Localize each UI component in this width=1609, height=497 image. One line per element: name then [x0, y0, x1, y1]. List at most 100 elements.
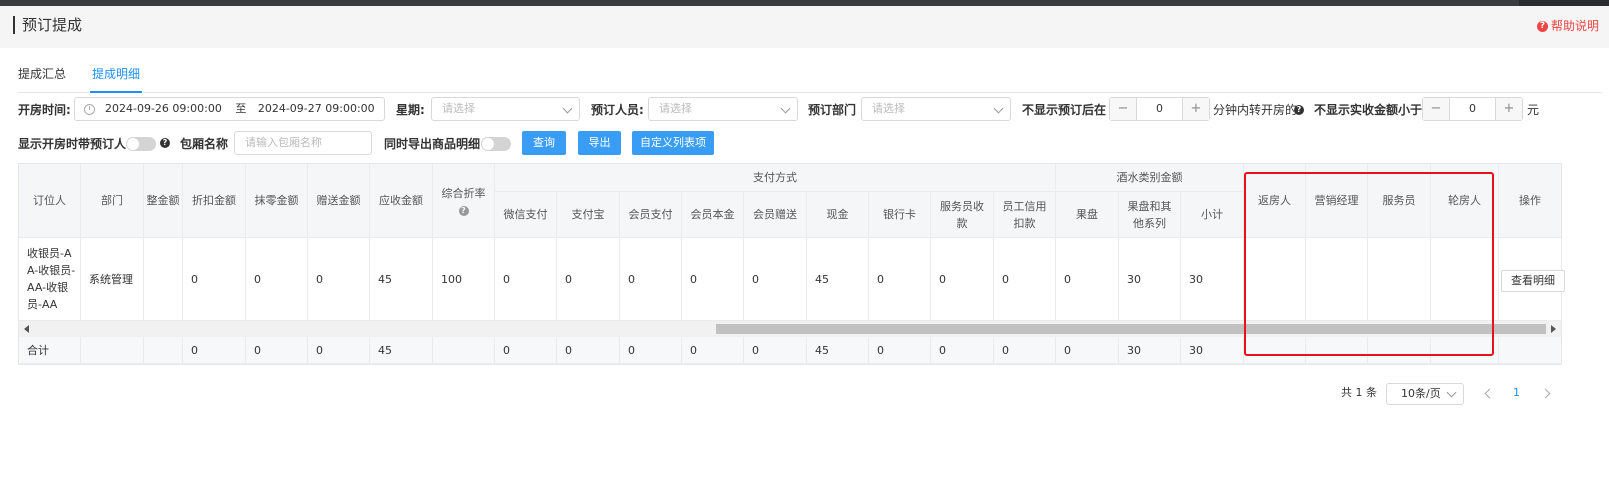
hide-after-label: 不显示预订后在 — [1022, 103, 1107, 117]
page-size-select[interactable]: 10条/页 — [1386, 383, 1464, 405]
clock-icon — [84, 104, 95, 115]
header-fruit-other-line1: 果盘和其 — [1127, 199, 1172, 213]
header-rate-label: 综合折率 — [441, 187, 486, 200]
total-staff-receipt: 0 — [931, 337, 994, 364]
scroll-left-icon[interactable] — [24, 325, 29, 333]
view-detail-button[interactable]: 查看明细 — [1501, 270, 1565, 292]
scroll-right-icon[interactable] — [1551, 325, 1556, 333]
page-number-current[interactable]: 1 — [1513, 383, 1520, 403]
hide-after-minutes-stepper[interactable]: − 0 + — [1109, 97, 1210, 121]
hide-amount-label: 不显示实收金额小于 — [1314, 103, 1423, 117]
row-member: 0 — [620, 238, 682, 321]
help-label: 帮助说明 — [1550, 19, 1599, 33]
chevron-down-icon — [1446, 387, 1457, 398]
row-action: 查看明细 — [1499, 238, 1565, 321]
header-liquor-group: 酒水类别金额 — [1056, 164, 1244, 192]
total-receivable: 45 — [370, 337, 433, 364]
row-member-principal: 0 — [682, 238, 744, 321]
question-icon[interactable]: ? — [1294, 105, 1304, 115]
header-member-principal: 会员本金 — [682, 192, 744, 238]
date-end: 2024-09-27 09:00:00 — [257, 102, 375, 115]
next-page-icon[interactable] — [1540, 388, 1551, 399]
show-booker-label: 显示开房时带预订人 — [18, 137, 127, 151]
custom-columns-button[interactable]: 自定义列表项 — [632, 131, 714, 155]
page-size-value: 10条/页 — [1401, 387, 1441, 400]
export-goods-label: 同时导出商品明细 — [384, 137, 481, 151]
booker-label: 预订人员: — [591, 103, 644, 117]
row-receivable: 45 — [370, 238, 433, 321]
total-discount: 0 — [183, 337, 246, 364]
row-wechat: 0 — [495, 238, 557, 321]
header-bank: 银行卡 — [869, 192, 931, 238]
room-name-input[interactable]: 请输入包厢名称 — [234, 131, 372, 155]
header-dept: 部门 — [81, 164, 144, 238]
header-staff-receipt-line2: 款 — [956, 216, 968, 230]
tab-summary[interactable]: 提成汇总 — [18, 66, 66, 82]
decrement-button[interactable]: − — [1110, 98, 1137, 120]
row-staff-receipt: 0 — [931, 238, 994, 321]
header-fruit-other: 果盘和其 他系列 — [1119, 192, 1181, 238]
weekday-label: 星期: — [396, 103, 425, 117]
row-fruit: 0 — [1056, 238, 1119, 321]
show-booker-toggle[interactable] — [126, 137, 156, 151]
room-label: 包厢名称 — [180, 137, 229, 151]
header-staff-credit-line1: 员工信用 — [1002, 199, 1047, 213]
row-bank: 0 — [869, 238, 931, 321]
dept-placeholder: 请选择 — [872, 102, 905, 115]
hide-after-value[interactable]: 0 — [1137, 98, 1182, 120]
header-action: 操作 — [1499, 164, 1561, 238]
total-member-principal: 0 — [682, 337, 744, 364]
hide-amount-value[interactable]: 0 — [1450, 98, 1495, 120]
header-payment-group: 支付方式 — [495, 164, 1056, 192]
row-cash: 45 — [807, 238, 869, 321]
weekday-placeholder: 请选择 — [442, 102, 475, 115]
total-fruit-other: 30 — [1119, 337, 1181, 364]
total-dept — [81, 337, 144, 364]
header-booker: 订位人 — [19, 164, 81, 238]
question-icon[interactable]: ? — [458, 206, 469, 216]
page-title: 预订提成 — [22, 16, 83, 34]
help-link[interactable]: ? 帮助说明 — [1536, 17, 1599, 35]
dept-select[interactable]: 请选择 — [861, 97, 1011, 121]
booker-select[interactable]: 请选择 — [648, 97, 798, 121]
header-discount: 折扣金额 — [183, 164, 246, 238]
increment-button[interactable]: + — [1495, 98, 1522, 120]
hide-amount-suffix: 元 — [1527, 103, 1540, 117]
query-button[interactable]: 查询 — [522, 131, 566, 155]
booker-placeholder: 请选择 — [659, 102, 692, 115]
dept-label: 预订部门 — [808, 103, 857, 117]
total-bank: 0 — [869, 337, 931, 364]
tab-detail[interactable]: 提成明细 — [89, 66, 143, 93]
row-subtotal: 30 — [1181, 238, 1244, 321]
total-staff-credit: 0 — [994, 337, 1056, 364]
question-icon[interactable]: ? — [160, 138, 170, 148]
header-wipe: 抹零金额 — [246, 164, 308, 238]
weekday-select[interactable]: 请选择 — [431, 97, 580, 121]
export-button[interactable]: 导出 — [578, 131, 621, 155]
header-member-gift: 会员赠送 — [744, 192, 807, 238]
hide-amount-stepper[interactable]: − 0 + — [1422, 97, 1523, 121]
decrement-button[interactable]: − — [1423, 98, 1450, 120]
export-goods-toggle[interactable] — [481, 137, 511, 151]
pagination-total: 共 1 条 — [1341, 386, 1377, 399]
open-time-range-picker[interactable]: 2024-09-26 09:00:00 至 2024-09-27 09:00:0… — [74, 97, 385, 121]
header-adjust: 整金额 — [144, 164, 183, 238]
header-rate: 综合折率 ? — [433, 164, 495, 238]
row-booker: 收银员-AA-收银员-AA-收银员-AA — [19, 238, 81, 321]
total-wechat: 0 — [495, 337, 557, 364]
increment-button[interactable]: + — [1182, 98, 1209, 120]
header-member: 会员支付 — [620, 192, 682, 238]
total-gift: 0 — [308, 337, 370, 364]
row-wipe: 0 — [246, 238, 308, 321]
date-separator: 至 — [235, 102, 247, 115]
row-adjust — [144, 238, 183, 321]
total-cash: 45 — [807, 337, 869, 364]
header-wechat: 微信支付 — [495, 192, 557, 238]
prev-page-icon[interactable] — [1484, 388, 1495, 399]
row-gift: 0 — [308, 238, 370, 321]
total-alipay: 0 — [557, 337, 620, 364]
row-fruit-other: 30 — [1119, 238, 1181, 321]
page: 预订提成 ? 帮助说明 提成汇总 提成明细 开房时间: 2024-09-26 0… — [0, 6, 1609, 497]
header-staff-credit: 员工信用 扣款 — [994, 192, 1056, 238]
row-staff-credit: 0 — [994, 238, 1056, 321]
